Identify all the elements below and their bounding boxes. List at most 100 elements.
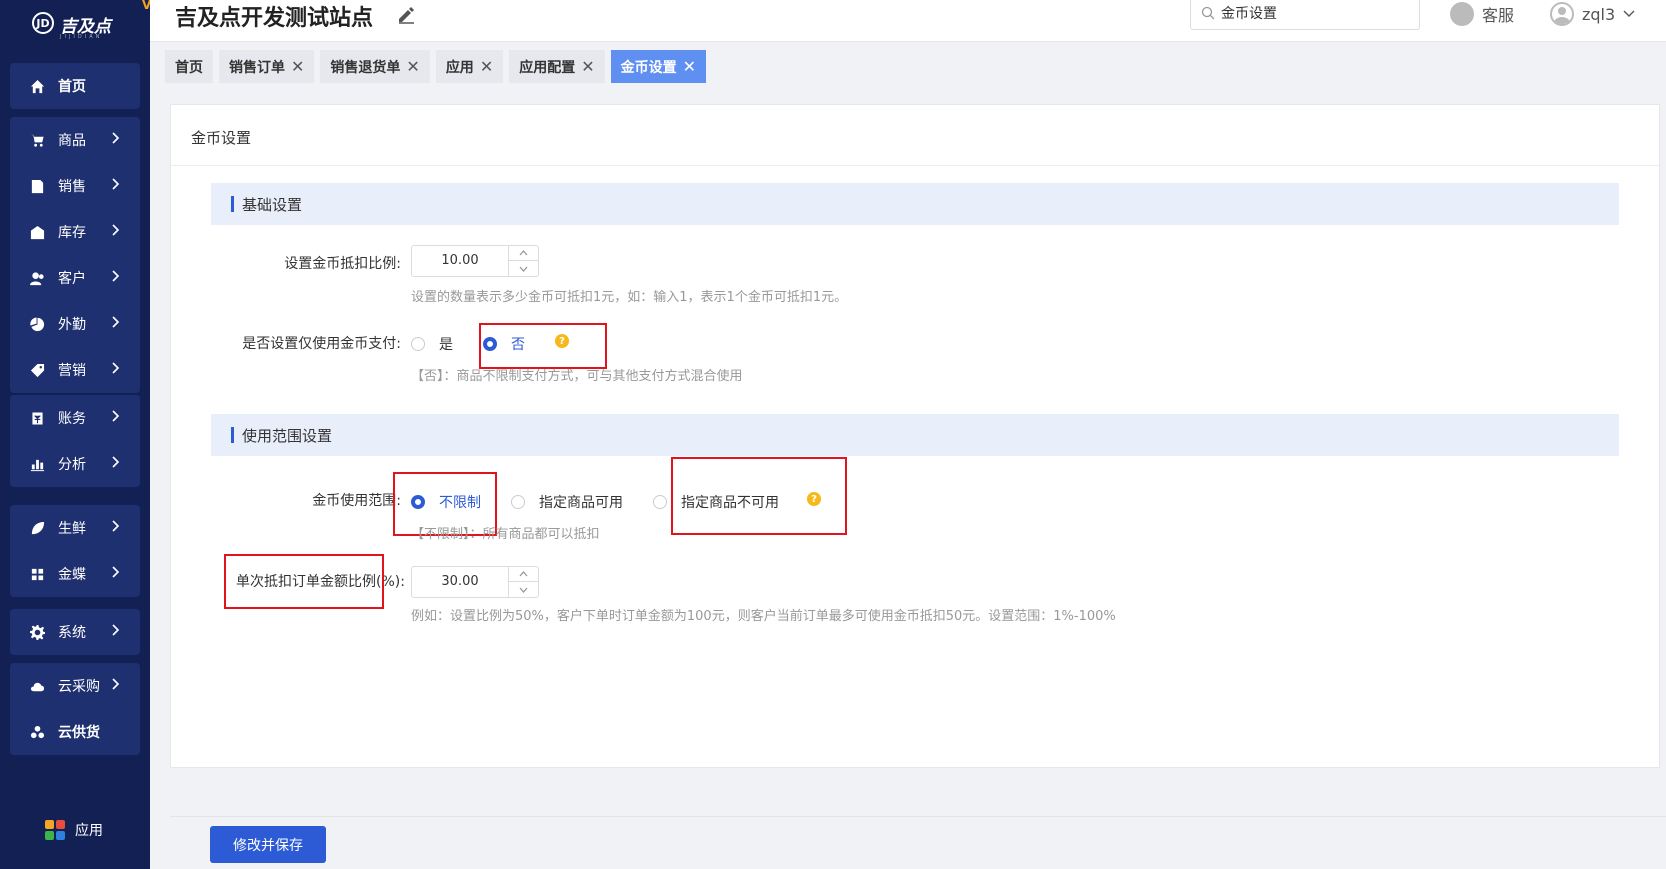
search-box[interactable] (1190, 0, 1420, 30)
tab-label: 销售订单 (229, 59, 285, 76)
close-icon[interactable]: ✕ (683, 57, 696, 76)
sidebar-item-marketing[interactable]: 营销 (10, 347, 140, 393)
section-title: 基础设置 (242, 196, 303, 214)
scope-option-specified-allowed[interactable]: 指定商品可用 (511, 492, 623, 512)
user-name: zql3 (1582, 4, 1616, 24)
tab-label: 应用配置 (519, 59, 576, 76)
pie-icon (28, 315, 46, 333)
chevron-right-icon (111, 410, 120, 425)
cart-icon (28, 131, 46, 149)
sidebar-item-field[interactable]: 外勤 (10, 301, 140, 347)
settings-card: 金币设置 基础设置 设置金币抵扣比例: 10.00 设置的数量表示多少金币可抵扣… (170, 104, 1660, 768)
sidebar-item-home[interactable]: 首页 (10, 63, 140, 109)
increment-button[interactable] (509, 246, 538, 261)
tab-home[interactable]: 首页 (165, 50, 213, 83)
sidebar-item-inventory[interactable]: 库存 (10, 209, 140, 255)
tab-sales-order[interactable]: 销售订单 ✕ (219, 50, 315, 83)
chevron-right-icon (111, 270, 120, 285)
order-ratio-hint: 例如：设置比例为50%，客户下单时订单金额为100元，则客户当前订单最多可使用金… (411, 609, 1116, 624)
sidebar-item-label: 首页 (58, 79, 86, 95)
sidebar-item-cloud-purchase[interactable]: 云采购 (10, 663, 140, 709)
chevron-down-icon (1623, 10, 1635, 17)
sidebar-item-label: 账务 (58, 411, 86, 427)
edit-pencil-icon[interactable] (396, 4, 416, 24)
bar-chart-icon (28, 455, 46, 473)
tag-icon (28, 361, 46, 379)
brand-logo[interactable]: JD 吉及点 JIJIDIAN V5.9 (30, 0, 173, 44)
close-icon[interactable]: ✕ (581, 57, 594, 76)
chevron-up-icon (519, 250, 528, 256)
avatar (1550, 2, 1574, 26)
sidebar-item-label: 系统 (58, 625, 86, 641)
sidebar-item-label: 客户 (58, 271, 86, 287)
sidebar-item-customer[interactable]: 客户 (10, 255, 140, 301)
only-coin-hint: 【否】：商品不限制支付方式，可与其他支付方式混合使用 (411, 369, 743, 384)
chevron-right-icon (111, 132, 120, 147)
order-ratio-value[interactable]: 30.00 (412, 567, 508, 597)
search-input[interactable] (1221, 5, 1411, 21)
close-icon[interactable]: ✕ (406, 57, 419, 76)
logo-mark: JD (32, 12, 54, 34)
scope-label: 金币使用范围: (312, 493, 401, 509)
card-title: 金币设置 (191, 129, 252, 147)
chevron-right-icon (111, 566, 120, 581)
sidebar-item-cloud-supply[interactable]: 云供货 (10, 709, 140, 755)
chevron-right-icon (111, 456, 120, 471)
sidebar-item-system[interactable]: 系统 (10, 609, 140, 655)
sidebar-item-sales[interactable]: 销售 (10, 163, 140, 209)
chevron-right-icon (111, 362, 120, 377)
apps-tile (45, 831, 54, 840)
footer-divider (170, 816, 1666, 817)
radio-label: 是 (439, 337, 453, 353)
tab-label: 金币设置 (620, 59, 677, 76)
customer-service-button[interactable]: 客服 (1450, 2, 1514, 26)
headset-icon (1450, 2, 1474, 26)
sales-doc-icon (28, 177, 46, 195)
sidebar-item-kingdee[interactable]: 金蝶 (10, 551, 140, 597)
close-icon[interactable]: ✕ (480, 57, 493, 76)
tab-coin-settings[interactable]: 金币设置 ✕ (610, 50, 707, 83)
nav-group-finance: 账务 分析 (10, 395, 140, 487)
sidebar-item-fresh[interactable]: 生鲜 (10, 505, 140, 551)
brand-sub: JIJIDIAN (60, 34, 103, 40)
stepper-controls (508, 246, 538, 276)
section-basic: 基础设置 (211, 183, 1619, 225)
kingdee-icon (28, 565, 46, 583)
sidebar: JD 吉及点 JIJIDIAN V5.9 首页 商品 销售 库存 客户 (0, 0, 173, 869)
sidebar-item-label: 生鲜 (58, 521, 86, 537)
section-marker (231, 427, 234, 443)
user-menu[interactable]: zql3 (1550, 2, 1635, 26)
sidebar-item-label: 库存 (58, 225, 86, 241)
ratio-value[interactable]: 10.00 (412, 246, 508, 276)
tab-app-config[interactable]: 应用配置 ✕ (509, 50, 605, 83)
warehouse-icon (28, 223, 46, 241)
gear-icon (28, 623, 46, 641)
tab-label: 首页 (175, 59, 203, 76)
tab-sales-return[interactable]: 销售退货单 ✕ (320, 50, 430, 83)
section-title: 使用范围设置 (242, 427, 333, 445)
apps-grid-icon (45, 820, 65, 840)
only-coin-option-yes[interactable]: 是 (411, 334, 453, 354)
sidebar-item-analysis[interactable]: 分析 (10, 441, 140, 487)
chevron-right-icon (111, 520, 120, 535)
decrement-button[interactable] (509, 582, 538, 597)
order-ratio-stepper[interactable]: 30.00 (411, 566, 539, 598)
save-button[interactable]: 修改并保存 (210, 826, 326, 863)
apps-launcher[interactable]: 应用 (45, 820, 103, 840)
chevron-right-icon (111, 178, 120, 193)
close-icon[interactable]: ✕ (291, 57, 304, 76)
decrement-button[interactable] (509, 261, 538, 276)
sidebar-item-goods[interactable]: 商品 (10, 117, 140, 163)
increment-button[interactable] (509, 567, 538, 582)
sidebar-item-accounts[interactable]: 账务 (10, 395, 140, 441)
ratio-stepper[interactable]: 10.00 (411, 245, 539, 277)
chevron-down-icon (519, 587, 528, 593)
chevron-up-icon (519, 571, 528, 577)
nav-group-cloud: 云采购 云供货 (10, 663, 140, 755)
service-label: 客服 (1482, 6, 1515, 25)
radio-dot (653, 495, 667, 509)
tab-apps[interactable]: 应用 ✕ (435, 50, 504, 83)
scope-hint: 【不限制】：所有商品都可以抵扣 (411, 527, 600, 542)
radio-label: 指定商品可用 (539, 495, 623, 511)
sidebar-item-label: 商品 (58, 133, 86, 149)
